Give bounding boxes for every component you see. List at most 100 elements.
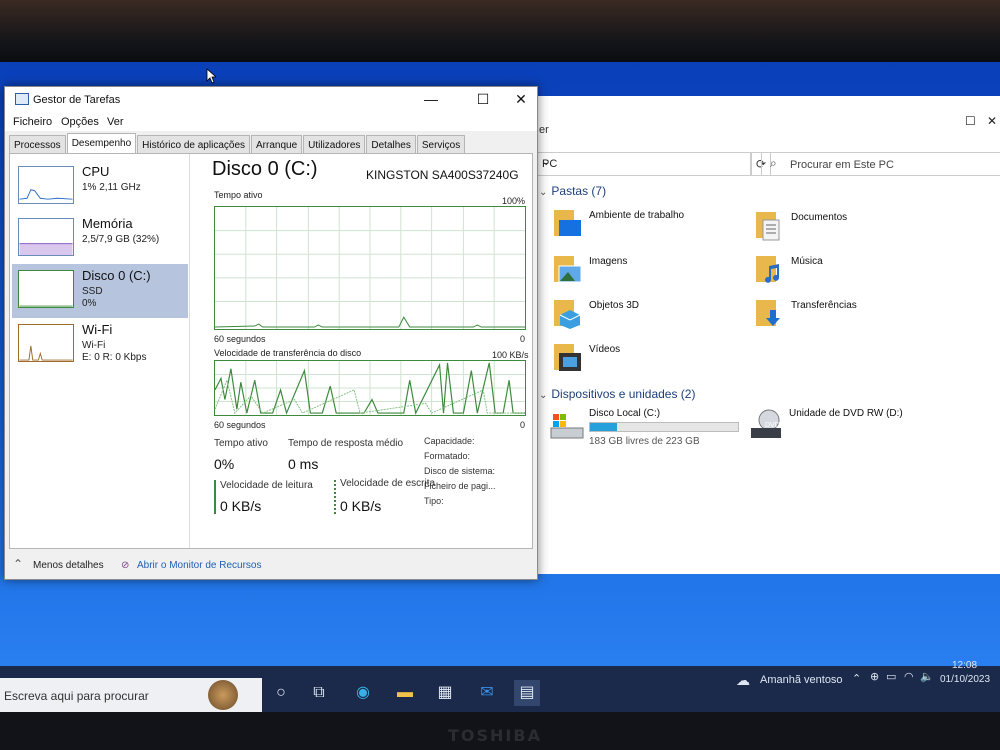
write-speed-value: 0 KB/s (340, 498, 382, 514)
taskbar-search-box[interactable]: Escreva aqui para procurar (0, 678, 262, 712)
cortana-icon[interactable]: ○ (268, 680, 294, 706)
chevron-up-icon[interactable]: ⌃ (852, 672, 861, 685)
close-icon[interactable]: ✕ (511, 91, 531, 108)
tab-performance[interactable]: Desempenho (66, 133, 137, 155)
perf-item-detail-2: E: 0 R: 0 Kbps (82, 352, 147, 363)
speaker-icon[interactable]: 🔈 (920, 670, 934, 683)
drive-dvd[interactable]: DVD Unidade de DVD RW (D:) (749, 408, 949, 448)
folder-documents[interactable]: Documentos (755, 210, 945, 250)
explorer-title-partial: er (539, 124, 549, 136)
perf-item-detail: Wi-Fi (82, 340, 106, 351)
menu-view[interactable]: Ver (107, 116, 124, 128)
documents-folder-icon (756, 212, 780, 241)
drive-c-label: Disco Local (C:) (589, 408, 661, 419)
disk-title: Disco 0 (C:) (212, 158, 318, 180)
task-manager-footer: ⌃ Menos detalhes ⊘ Abrir o Monitor de Re… (5, 553, 537, 579)
folder-label: Música (791, 256, 823, 267)
perf-item-detail-2: 0% (82, 298, 97, 309)
chevron-down-icon[interactable]: ⌄ (542, 157, 744, 168)
transfer-rate-graph-label: Velocidade de transferência do disco (214, 348, 362, 358)
wifi-mini-graph (18, 324, 74, 362)
perf-item-disk0[interactable]: Disco 0 (C:) SSD 0% (12, 264, 188, 318)
window-title: Gestor de Tarefas (33, 94, 121, 106)
perf-item-name: Memória (82, 216, 133, 231)
disk-mini-graph (18, 270, 74, 308)
bezel-brand-logo: TOSHIBA (448, 726, 542, 745)
wifi-icon[interactable]: ◠ (904, 670, 914, 683)
folders-section-header[interactable]: ⌄ Pastas (7) (539, 184, 606, 198)
write-speed-label: Velocidade de escrita (340, 478, 436, 489)
battery-icon[interactable]: ▭ (886, 670, 896, 683)
address-bar[interactable]: PC ⌄ (535, 152, 751, 176)
close-icon[interactable]: ✕ (987, 114, 997, 128)
folder-desktop[interactable]: Ambiente de trabalho (553, 208, 743, 248)
screen-bezel-top (0, 0, 1000, 64)
edge-icon[interactable]: ◉ (350, 680, 376, 706)
active-time-graph-max: 100% (502, 196, 526, 206)
menu-options[interactable]: Opções (61, 116, 99, 128)
active-time-graph-min: 0 (520, 334, 526, 344)
task-manager-taskbar-icon[interactable]: ▤ (514, 680, 540, 706)
dvd-badge: DVD (765, 422, 780, 429)
folder-music[interactable]: Música (755, 254, 945, 294)
store-icon[interactable]: ▦ (432, 680, 458, 706)
tab-details[interactable]: Detalhes (366, 135, 416, 155)
tray-app-icon[interactable]: ⊕ (870, 670, 879, 683)
tab-users[interactable]: Utilizadores (303, 135, 366, 155)
drive-c[interactable]: Disco Local (C:) 183 GB livres de 223 GB (549, 408, 749, 448)
folder-downloads[interactable]: Transferências (755, 298, 945, 338)
response-time-value: 0 ms (288, 456, 319, 472)
search-highlight-icon[interactable] (208, 680, 238, 710)
perf-item-cpu[interactable]: CPU 1% 2,11 GHz (12, 160, 188, 214)
downloads-folder-icon (756, 300, 780, 326)
less-details-button[interactable]: Menos detalhes (33, 560, 104, 571)
tab-startup[interactable]: Arranque (251, 135, 303, 155)
menu-file[interactable]: Ficheiro (13, 116, 52, 128)
folder-pictures[interactable]: Imagens (553, 254, 743, 294)
weather-text[interactable]: Amanhã ventoso (760, 674, 843, 686)
clock-time[interactable]: 12:08 (952, 660, 977, 671)
minimize-icon[interactable]: — (421, 91, 441, 107)
active-time-graph-label: Tempo ativo (214, 190, 263, 200)
clock-date[interactable]: 01/10/2023 (940, 674, 990, 685)
devices-section-header[interactable]: ⌄ Dispositivos e unidades (2) (539, 387, 695, 401)
folder-3d-objects[interactable]: Objetos 3D (553, 298, 743, 338)
perf-item-wifi[interactable]: Wi-Fi Wi-Fi E: 0 R: 0 Kbps (12, 318, 188, 372)
file-explorer-window[interactable]: er ☐ ✕ PC ⌄ ⟳ ⌕ Procurar em Este PC ⌄ Pas… (520, 96, 1000, 574)
task-view-icon[interactable]: ⧉ (306, 680, 332, 706)
perf-item-memory[interactable]: Memória 2,5/7,9 GB (32%) (12, 212, 188, 266)
task-manager-window[interactable]: Gestor de Tarefas — ☐ ✕ Ficheiro Opções … (4, 86, 538, 580)
maximize-icon[interactable]: ☐ (473, 91, 493, 108)
drive-c-usage-fill (590, 423, 617, 431)
search-placeholder: Procurar em Este PC (790, 159, 894, 171)
explorer-search-input[interactable]: ⌕ Procurar em Este PC (761, 152, 1000, 176)
mail-icon[interactable]: ✉ (474, 680, 500, 706)
open-resource-monitor-link[interactable]: Abrir o Monitor de Recursos (137, 560, 262, 571)
cpu-mini-graph (18, 166, 74, 204)
weather-icon[interactable]: ☁ (736, 672, 750, 689)
tab-strip: Processos Desempenho Histórico de aplica… (9, 133, 466, 155)
tab-processes[interactable]: Processos (9, 135, 66, 155)
folder-label: Ambiente de trabalho (589, 210, 685, 221)
chevron-up-icon[interactable]: ⌃ (13, 557, 23, 571)
resource-monitor-icon: ⊘ (121, 560, 130, 571)
transfer-rate-graph-time: 60 segundos (214, 420, 266, 430)
explorer-titlebar[interactable]: er ☐ ✕ (521, 96, 1000, 148)
mouse-cursor-icon (206, 68, 216, 84)
drive-c-usage-bar (589, 422, 739, 432)
local-disk-icon (550, 414, 584, 439)
prop-page-file: Ficheiro de pagi... (424, 481, 496, 491)
file-explorer-icon[interactable]: ▬ (392, 680, 418, 706)
videos-folder-icon (554, 344, 581, 371)
desktop-folder-icon (554, 210, 581, 236)
disk-detail-pane: Disco 0 (C:) KINGSTON SA400S37240G Tempo… (196, 154, 530, 548)
disk-model: KINGSTON SA400S37240G (366, 168, 519, 182)
folder-videos[interactable]: Vídeos (553, 342, 743, 382)
tab-services[interactable]: Serviços (416, 135, 466, 155)
task-manager-titlebar[interactable]: Gestor de Tarefas — ☐ ✕ (5, 87, 537, 113)
tab-app-history[interactable]: Histórico de aplicações (137, 135, 250, 155)
search-icon: ⌕ (770, 156, 777, 170)
3d-objects-folder-icon (554, 300, 581, 329)
maximize-icon[interactable]: ☐ (965, 114, 976, 128)
transfer-rate-graph (214, 360, 526, 416)
